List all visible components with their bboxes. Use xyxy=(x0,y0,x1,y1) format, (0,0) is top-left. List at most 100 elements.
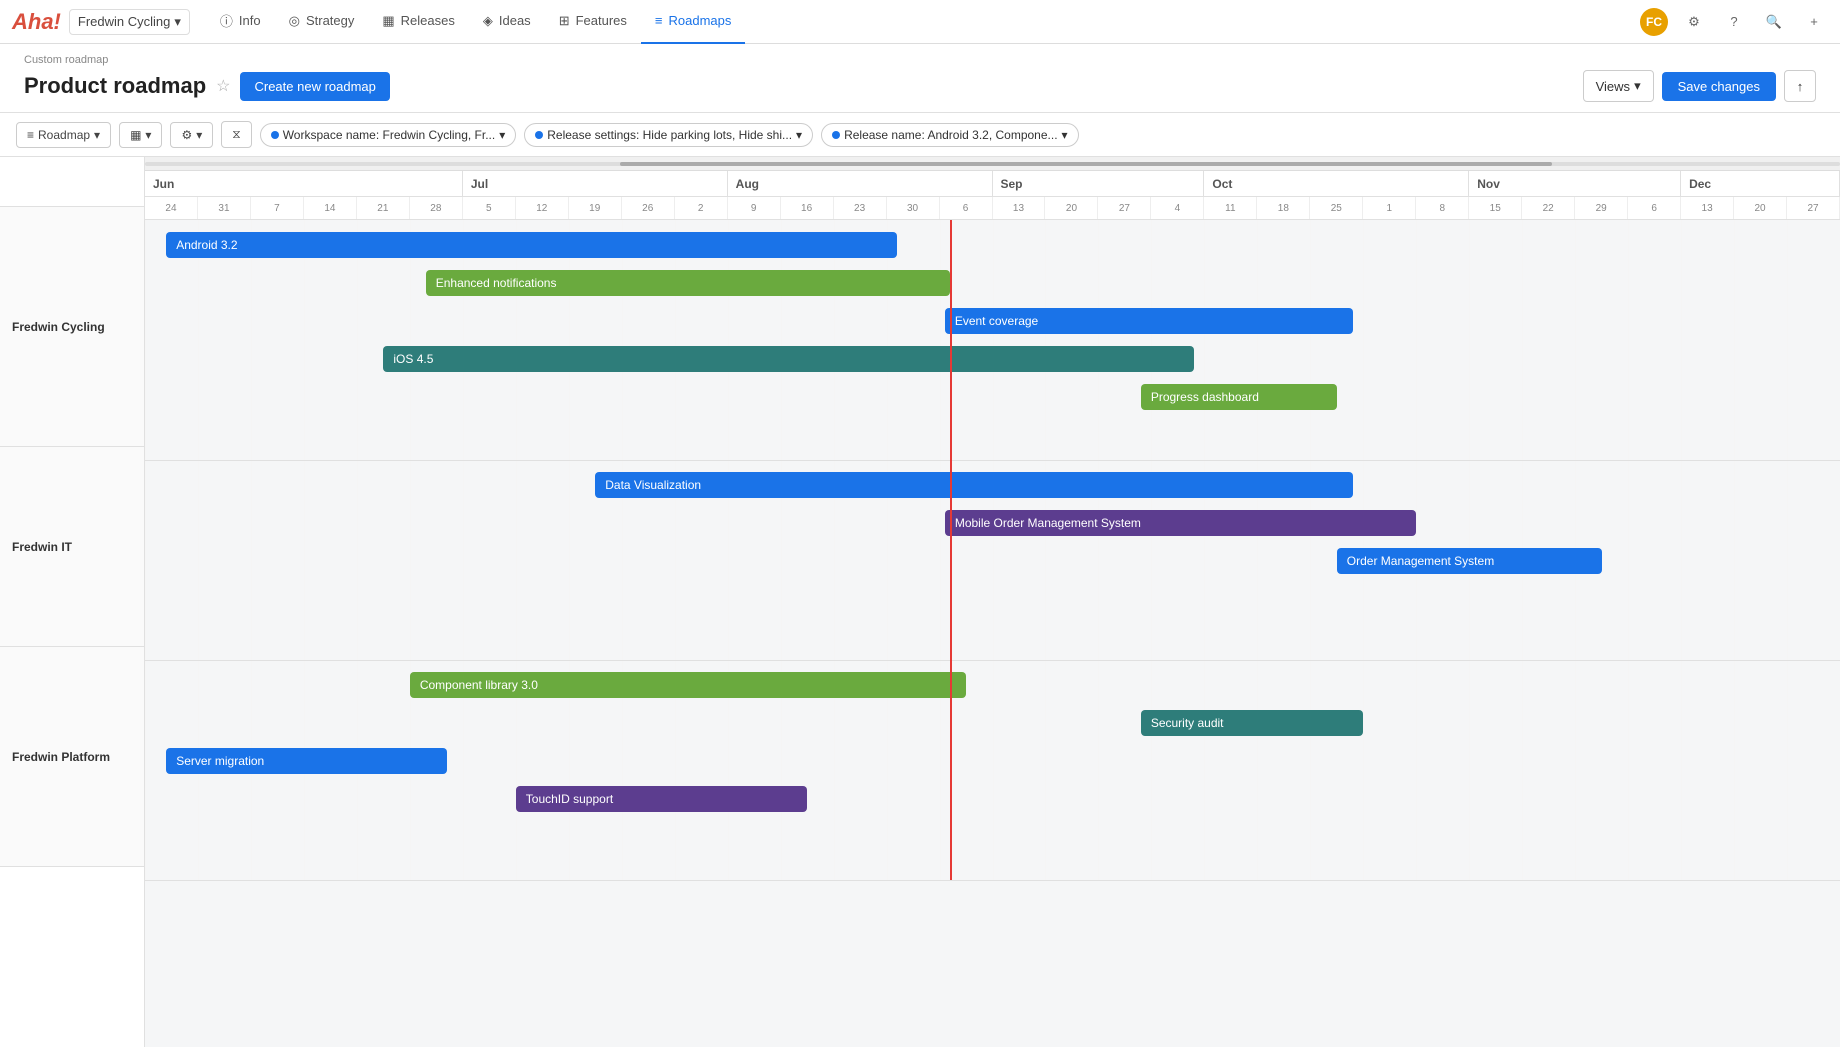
date-range-selector[interactable]: ▦ ▾ xyxy=(119,122,162,148)
nav-item-roadmaps[interactable]: ≡ Roadmaps xyxy=(641,0,745,44)
week-divider-line xyxy=(728,220,729,880)
save-changes-button[interactable]: Save changes xyxy=(1662,72,1776,101)
views-button[interactable]: Views ▾ xyxy=(1583,70,1654,102)
scroll-thumb[interactable] xyxy=(620,162,1552,166)
week-cell: 5 xyxy=(463,197,516,219)
favorite-star-icon[interactable]: ☆ xyxy=(216,76,230,96)
week-divider-line xyxy=(304,220,305,880)
section-divider-line xyxy=(145,880,1840,881)
roadmap-view-selector[interactable]: ≡ Roadmap ▾ xyxy=(16,122,111,148)
gantt-bar[interactable]: TouchID support xyxy=(516,786,807,812)
gantt-bar[interactable]: Security audit xyxy=(1141,710,1363,736)
list-icon: ≡ xyxy=(27,128,34,142)
week-divider-line xyxy=(251,220,252,880)
gantt-bar[interactable]: Mobile Order Management System xyxy=(945,510,1416,536)
week-divider-line xyxy=(1787,220,1788,880)
week-cell: 29 xyxy=(1575,197,1628,219)
chevron-down-icon: ▾ xyxy=(796,128,802,142)
features-icon: ⊞ xyxy=(559,13,570,29)
month-cell: Sep xyxy=(993,171,1205,196)
gear-icon: ⚙ xyxy=(181,128,192,142)
week-cell: 20 xyxy=(1734,197,1787,219)
week-cell: 27 xyxy=(1098,197,1151,219)
page-header: Custom roadmap Product roadmap ☆ Create … xyxy=(0,44,1840,113)
nav-item-info[interactable]: ⓘ Info xyxy=(206,0,275,44)
info-icon: ⓘ xyxy=(220,11,233,30)
top-navigation: Aha! Fredwin Cycling ▾ ⓘ Info ◎ Strategy… xyxy=(0,0,1840,44)
search-icon[interactable]: 🔍 xyxy=(1760,8,1788,36)
section-label-fredwin-platform: Fredwin Platform xyxy=(0,647,144,867)
nav-item-features[interactable]: ⊞ Features xyxy=(545,0,641,44)
roadmaps-icon: ≡ xyxy=(655,13,663,28)
chevron-down-icon: ▾ xyxy=(196,128,202,142)
week-cell: 9 xyxy=(728,197,781,219)
scroll-slider[interactable] xyxy=(145,157,1840,171)
calendar-icon: ▦ xyxy=(130,128,141,142)
week-cell: 12 xyxy=(516,197,569,219)
month-cell: Dec xyxy=(1681,171,1840,196)
gantt-chart: Fredwin Cycling Fredwin IT Fredwin Platf… xyxy=(0,157,1840,1047)
gantt-bar[interactable]: Android 3.2 xyxy=(166,232,897,258)
workspace-selector[interactable]: Fredwin Cycling ▾ xyxy=(69,9,190,35)
month-cell: Oct xyxy=(1204,171,1469,196)
settings-icon[interactable]: ⚙ xyxy=(1680,8,1708,36)
week-divider-line xyxy=(1628,220,1629,880)
gantt-bar[interactable]: Order Management System xyxy=(1337,548,1602,574)
workspace-name: Fredwin Cycling xyxy=(78,14,170,29)
chevron-down-icon: ▾ xyxy=(499,128,505,142)
month-cell: Aug xyxy=(728,171,993,196)
section-label-fredwin-cycling: Fredwin Cycling xyxy=(0,207,144,447)
release-settings-filter-label: Release settings: Hide parking lots, Hid… xyxy=(547,128,792,142)
chevron-down-icon: ▾ xyxy=(145,128,151,142)
week-divider-line xyxy=(516,220,517,880)
chevron-down-icon: ▾ xyxy=(94,128,100,142)
week-divider-line xyxy=(1734,220,1735,880)
week-cell: 19 xyxy=(569,197,622,219)
nav-item-ideas[interactable]: ◈ Ideas xyxy=(469,0,545,44)
week-cell: 22 xyxy=(1522,197,1575,219)
week-cell: 23 xyxy=(834,197,887,219)
timeline-header: JunJulAugSepOctNovDec 243171421285121926… xyxy=(145,171,1840,220)
nav-item-strategy[interactable]: ◎ Strategy xyxy=(275,0,369,44)
release-name-filter-chip[interactable]: Release name: Android 3.2, Compone... ▾ xyxy=(821,123,1079,147)
gantt-bar[interactable]: Progress dashboard xyxy=(1141,384,1337,410)
gantt-bar[interactable]: Server migration xyxy=(166,748,447,774)
workspace-filter-chip[interactable]: Workspace name: Fredwin Cycling, Fr... ▾ xyxy=(260,123,517,147)
week-divider-line xyxy=(834,220,835,880)
gantt-bar[interactable]: Enhanced notifications xyxy=(426,270,950,296)
week-cell: 11 xyxy=(1204,197,1257,219)
week-cell: 27 xyxy=(1787,197,1840,219)
week-cell: 30 xyxy=(887,197,940,219)
chevron-down-icon: ▾ xyxy=(1062,128,1068,142)
filter-button[interactable]: ⧖ xyxy=(221,121,251,148)
release-settings-filter-chip[interactable]: Release settings: Hide parking lots, Hid… xyxy=(524,123,813,147)
filter-dot-icon xyxy=(832,131,840,139)
month-cell: Jun xyxy=(145,171,463,196)
gantt-bar[interactable]: Component library 3.0 xyxy=(410,672,966,698)
releases-icon: ▦ xyxy=(382,13,394,29)
gantt-bar[interactable]: iOS 4.5 xyxy=(383,346,1193,372)
create-roadmap-button[interactable]: Create new roadmap xyxy=(240,72,389,101)
months-row: JunJulAugSepOctNovDec xyxy=(145,171,1840,197)
week-divider-line xyxy=(1681,220,1682,880)
week-divider-line xyxy=(675,220,676,880)
gantt-bar[interactable]: Event coverage xyxy=(945,308,1353,334)
filter-dot-icon xyxy=(535,131,543,139)
week-cell: 7 xyxy=(251,197,304,219)
main-navigation: ⓘ Info ◎ Strategy ▦ Releases ◈ Ideas ⊞ F… xyxy=(206,0,1640,44)
settings-toolbar-btn[interactable]: ⚙ ▾ xyxy=(170,122,213,148)
user-avatar[interactable]: FC xyxy=(1640,8,1668,36)
add-icon[interactable]: + xyxy=(1800,8,1828,36)
export-icon[interactable]: ↑ xyxy=(1784,70,1816,102)
gantt-bar[interactable]: Data Visualization xyxy=(595,472,1352,498)
week-cell: 13 xyxy=(1681,197,1734,219)
nav-item-releases[interactable]: ▦ Releases xyxy=(368,0,469,44)
help-icon[interactable]: ? xyxy=(1720,8,1748,36)
header-actions: Views ▾ Save changes ↑ xyxy=(1583,70,1816,102)
nav-label-features: Features xyxy=(576,13,627,28)
week-divider-line xyxy=(781,220,782,880)
gantt-grid: JunJulAugSepOctNovDec 243171421285121926… xyxy=(145,157,1840,1047)
week-divider-line xyxy=(198,220,199,880)
week-cell: 16 xyxy=(781,197,834,219)
week-cell: 28 xyxy=(410,197,463,219)
